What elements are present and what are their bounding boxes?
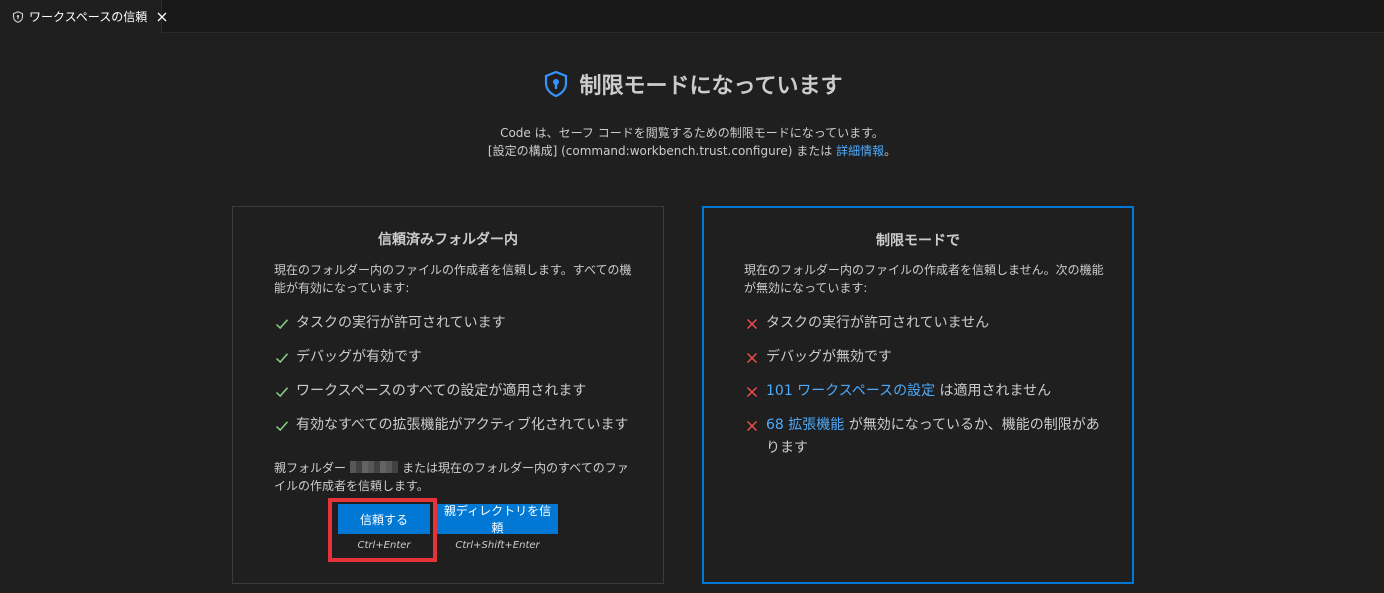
restricted-card-title: 制限モードで bbox=[876, 233, 960, 249]
feature-text: デバッグが有効です bbox=[296, 349, 422, 365]
trusted-card-title: 信頼済みフォルダー内 bbox=[378, 232, 518, 248]
close-icon[interactable] bbox=[156, 10, 168, 24]
trusted-card: 信頼済みフォルダー内 現在のフォルダー内のファイルの作成者を信頼します。すべての… bbox=[232, 206, 664, 584]
feature-text: ワークスペースのすべての設定が適用されます bbox=[296, 383, 587, 399]
title-row: 制限モードになっています bbox=[542, 66, 843, 102]
feature-text: 68 拡張機能 が無効になっているか、機能の制限があります bbox=[766, 414, 1104, 460]
trusted-feature-item: ワークスペースのすべての設定が適用されます bbox=[274, 380, 634, 403]
configure-settings-text: [設定の構成] (command:workbench.trust.configu… bbox=[487, 144, 837, 158]
restricted-feature-item: 68 拡張機能 が無効になっているか、機能の制限があります bbox=[744, 414, 1104, 460]
description-line-1: Code は、セーフ コードを閲覧するための制限モードになっています。 bbox=[500, 126, 884, 140]
trust-parent-button[interactable]: 親ディレクトリを信頼 bbox=[437, 504, 558, 535]
cross-icon bbox=[744, 380, 760, 403]
feature-text: デバッグが無効です bbox=[766, 349, 892, 365]
shield-icon bbox=[12, 10, 24, 23]
check-icon bbox=[274, 312, 290, 335]
cross-icon bbox=[744, 312, 760, 335]
redacted-path bbox=[350, 461, 399, 473]
shield-icon bbox=[542, 70, 570, 98]
restricted-card-description: 現在のフォルダー内のファイルの作成者を信頼しません。次の機能が無効になっています… bbox=[744, 263, 1104, 295]
learn-more-link[interactable]: 詳細情報 bbox=[836, 144, 884, 158]
feature-suffix: は適用されません bbox=[935, 383, 1052, 399]
description-suffix: 。 bbox=[884, 144, 897, 158]
trusted-feature-list: タスクの実行が許可されています デバッグが有効です ワークスペースのすべての設定… bbox=[274, 312, 634, 448]
page-description: Code は、セーフ コードを閲覧するための制限モードになっています。 [設定の… bbox=[0, 124, 1384, 160]
restricted-card: 制限モードで 現在のフォルダー内のファイルの作成者を信頼しません。次の機能が無効… bbox=[702, 206, 1134, 584]
parent-note-prefix: 親フォルダー bbox=[274, 461, 347, 475]
trust-parent-shortcut: Ctrl+Shift+Enter bbox=[455, 540, 540, 551]
check-icon bbox=[274, 380, 290, 403]
feature-text: 有効なすべての拡張機能がアクティブ化されています bbox=[296, 417, 629, 433]
description-line-2: [設定の構成] (command:workbench.trust.configu… bbox=[0, 142, 1384, 160]
trust-button[interactable]: 信頼する bbox=[338, 504, 430, 534]
restricted-feature-item: タスクの実行が許可されていません bbox=[744, 312, 1104, 335]
cross-icon bbox=[744, 414, 760, 437]
tab-label: ワークスペースの信頼 bbox=[29, 10, 148, 24]
restricted-feature-list: タスクの実行が許可されていません デバッグが無効です 101 ワークスペースの設… bbox=[744, 312, 1104, 471]
cross-icon bbox=[744, 346, 760, 369]
extensions-link[interactable]: 68 拡張機能 bbox=[766, 417, 844, 433]
trusted-feature-item: デバッグが有効です bbox=[274, 346, 634, 369]
page-title: 制限モードになっています bbox=[579, 74, 843, 99]
tab-bar: ワークスペースの信頼 bbox=[0, 0, 1384, 33]
trusted-feature-item: 有効なすべての拡張機能がアクティブ化されています bbox=[274, 414, 634, 437]
check-icon bbox=[274, 346, 290, 369]
restricted-feature-item: デバッグが無効です bbox=[744, 346, 1104, 369]
trust-shortcut: Ctrl+Enter bbox=[357, 540, 411, 551]
feature-text: タスクの実行が許可されています bbox=[296, 315, 506, 331]
check-icon bbox=[274, 414, 290, 437]
trusted-feature-item: タスクの実行が許可されています bbox=[274, 312, 634, 335]
workspace-settings-link[interactable]: 101 ワークスペースの設定 bbox=[766, 383, 935, 399]
tab-workspace-trust[interactable]: ワークスペースの信頼 bbox=[0, 0, 167, 33]
page-header: 制限モードになっています bbox=[0, 66, 1384, 102]
feature-text: タスクの実行が許可されていません bbox=[766, 315, 990, 331]
feature-text: 101 ワークスペースの設定 は適用されません bbox=[766, 380, 1051, 403]
trusted-card-description: 現在のフォルダー内のファイルの作成者を信頼します。すべての機能が有効になっていま… bbox=[274, 263, 632, 295]
parent-folder-note: 親フォルダー または現在のフォルダー内のすべてのファイルの作成者を信頼します。 bbox=[274, 459, 634, 495]
restricted-feature-item: 101 ワークスペースの設定 は適用されません bbox=[744, 380, 1104, 403]
